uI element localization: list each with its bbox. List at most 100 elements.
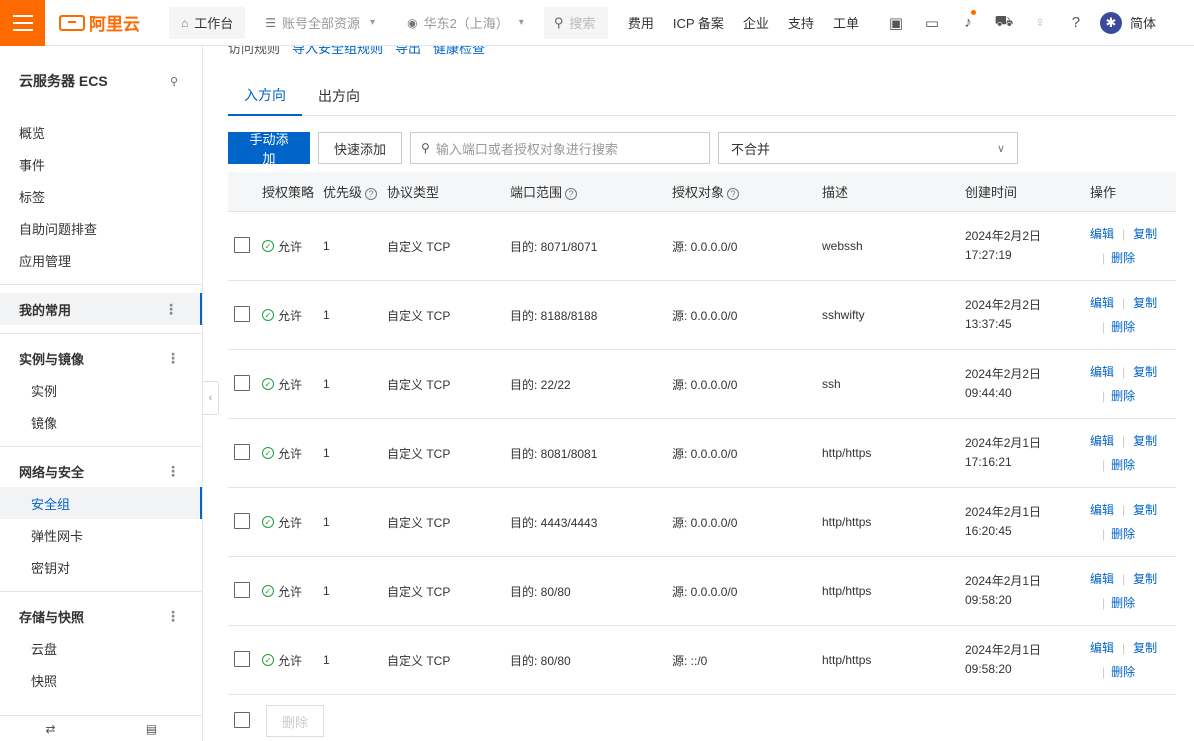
more-icon[interactable]: ⋮	[164, 301, 178, 318]
row-checkbox[interactable]	[234, 443, 250, 460]
delete-link[interactable]: 删除	[1111, 596, 1135, 610]
edit-link[interactable]: 编辑	[1090, 365, 1114, 379]
sidebar-item-keypairs[interactable]: 密钥对	[0, 551, 202, 583]
sidebar-item-security-groups[interactable]: 安全组	[0, 487, 202, 519]
policy-value: 允许	[278, 446, 303, 461]
priority-cell: 1	[323, 377, 330, 391]
workbench-button[interactable]: ⌂ 工作台	[169, 6, 246, 39]
menu-icon[interactable]	[0, 0, 45, 46]
bell-icon[interactable]: ♪	[950, 0, 986, 46]
protocol-cell: 自定义 TCP	[387, 584, 451, 599]
separator: |	[1102, 665, 1106, 679]
copy-link[interactable]: 复制	[1133, 227, 1157, 241]
top-search-input[interactable]: ⚲ 搜索	[543, 6, 608, 39]
sidebar-item-snapshots[interactable]: 快照	[0, 664, 202, 696]
copy-link[interactable]: 复制	[1133, 641, 1157, 655]
row-checkbox[interactable]	[234, 305, 250, 322]
actions-cell: 编辑 | 复制 | 删除	[1090, 222, 1176, 270]
delete-link[interactable]: 删除	[1111, 665, 1135, 679]
table-body: ✓ 允许 1 自定义 TCP 目的: 8071/8071 源: 0.0.0.0/0 webs…	[228, 212, 1176, 695]
sidebar-group-storage[interactable]: 存储与快照 ⋮	[0, 600, 202, 632]
enterprise-link[interactable]: 企业	[743, 13, 769, 32]
sidebar-item-disks[interactable]: 云盘	[0, 632, 202, 664]
list-icon: ☰	[265, 15, 277, 30]
language-switch[interactable]: 简体	[1130, 13, 1156, 32]
import-rules-link[interactable]: 导入安全组规则	[292, 46, 383, 57]
copy-link[interactable]: 复制	[1133, 296, 1157, 310]
row-checkbox[interactable]	[234, 374, 250, 391]
created-date: 2024年2月1日	[965, 574, 1042, 588]
sidebar-item-images[interactable]: 镜像	[0, 406, 202, 438]
policy-cell: ✓ 允许	[262, 445, 323, 462]
sidebar-item-instances[interactable]: 实例	[0, 374, 202, 406]
region-dropdown[interactable]: ◉ 华东2（上海） ▾	[395, 6, 536, 39]
delete-link[interactable]: 删除	[1111, 527, 1135, 541]
support-link[interactable]: 支持	[788, 13, 814, 32]
sidebar-item-eni[interactable]: 弹性网卡	[0, 519, 202, 551]
table-row: ✓ 允许 1 自定义 TCP 目的: 8071/8071 源: 0.0.0.0/0 webs…	[228, 212, 1176, 281]
sidebar-item-events[interactable]: 事件	[0, 148, 202, 180]
rule-search-input[interactable]: ⚲ 输入端口或者授权对象进行搜索	[410, 132, 711, 164]
copy-link[interactable]: 复制	[1133, 365, 1157, 379]
edit-link[interactable]: 编辑	[1090, 227, 1114, 241]
row-checkbox[interactable]	[234, 512, 250, 529]
row-checkbox[interactable]	[234, 236, 250, 253]
sidebar-item-overview[interactable]: 概览	[0, 116, 202, 148]
sidebar-group-instances[interactable]: 实例与镜像 ⋮	[0, 342, 202, 374]
health-check-link[interactable]: 健康检查	[433, 46, 485, 57]
row-checkbox[interactable]	[234, 581, 250, 598]
copy-link[interactable]: 复制	[1133, 503, 1157, 517]
sidebar-item-troubleshoot[interactable]: 自助问题排查	[0, 212, 202, 244]
ticket-link[interactable]: 工单	[833, 13, 859, 32]
delete-link[interactable]: 删除	[1111, 251, 1135, 265]
brand-logo[interactable]: 阿里云	[59, 10, 169, 35]
avatar[interactable]: ✱	[1099, 11, 1122, 34]
delete-link[interactable]: 删除	[1111, 389, 1135, 403]
edit-link[interactable]: 编辑	[1090, 572, 1114, 586]
export-link[interactable]: 导出	[395, 46, 421, 57]
lightbulb-icon[interactable]: ♀	[1022, 0, 1058, 46]
tab-inbound[interactable]: 入方向	[228, 76, 302, 116]
delete-link[interactable]: 删除	[1111, 458, 1135, 472]
more-icon[interactable]: ⋮	[166, 463, 180, 480]
delete-link[interactable]: 删除	[1111, 320, 1135, 334]
icp-link[interactable]: ICP 备案	[673, 13, 724, 32]
help-icon[interactable]: ?	[1058, 0, 1094, 46]
copy-link[interactable]: 复制	[1133, 434, 1157, 448]
switch-icon[interactable]: ⇄	[0, 722, 101, 736]
priority-cell: 1	[323, 308, 330, 322]
help-icon[interactable]: ?	[727, 187, 740, 200]
sidebar-group-favorites[interactable]: 我的常用 ⋮	[0, 293, 202, 325]
select-all-checkbox[interactable]	[234, 711, 250, 728]
sidebar-group-network[interactable]: 网络与安全 ⋮	[0, 455, 202, 487]
row-checkbox[interactable]	[234, 650, 250, 667]
cart-icon[interactable]: ⛟	[986, 0, 1022, 46]
created-date: 2024年2月1日	[965, 436, 1042, 450]
help-icon[interactable]: ?	[565, 187, 578, 200]
tab-outbound[interactable]: 出方向	[302, 76, 376, 116]
more-icon[interactable]: ⋮	[166, 350, 180, 367]
more-icon[interactable]: ⋮	[166, 608, 180, 625]
created-time: 13:37:45	[965, 317, 1012, 331]
copy-link[interactable]: 复制	[1133, 572, 1157, 586]
edit-link[interactable]: 编辑	[1090, 434, 1114, 448]
terminal-icon[interactable]: ▭	[914, 0, 950, 46]
edit-link[interactable]: 编辑	[1090, 503, 1114, 517]
billing-link[interactable]: 费用	[628, 13, 654, 32]
manual-add-button[interactable]: 手动添加	[228, 132, 310, 166]
search-icon[interactable]: ⚲	[170, 75, 178, 88]
merge-select[interactable]: 不合并 ∨	[718, 132, 1019, 164]
list-icon[interactable]: ▤	[101, 722, 202, 736]
desc-cell: sshwifty	[822, 308, 865, 322]
sidebar-item-app-management[interactable]: 应用管理	[0, 244, 202, 276]
app-icon[interactable]: ▣	[878, 0, 914, 46]
edit-link[interactable]: 编辑	[1090, 296, 1114, 310]
help-icon[interactable]: ?	[365, 187, 378, 200]
port-cell: 目的: 8081/8081	[510, 446, 598, 461]
sidebar-item-tags[interactable]: 标签	[0, 180, 202, 212]
header-priority: 优先级?	[323, 182, 387, 201]
quick-add-button[interactable]: 快速添加	[318, 132, 403, 164]
protocol-cell: 自定义 TCP	[387, 653, 451, 668]
resources-dropdown[interactable]: ☰ 账号全部资源 ▾	[253, 6, 388, 39]
edit-link[interactable]: 编辑	[1090, 641, 1114, 655]
